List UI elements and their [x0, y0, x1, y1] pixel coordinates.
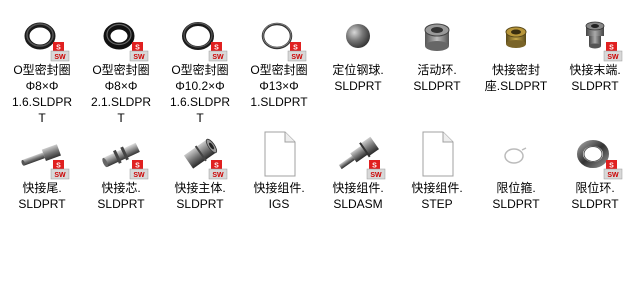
brass-seat-part-icon — [492, 12, 540, 60]
svg-text:S: S — [609, 45, 614, 52]
solidworks-badge-icon: S SW — [208, 42, 228, 62]
file-name-label: 快接组件. STEP — [411, 181, 463, 211]
file-item[interactable]: S SW 快接组件. SLDASM — [320, 122, 396, 234]
svg-text:SW: SW — [212, 54, 224, 61]
sleeve-ring-part-icon — [413, 12, 461, 60]
assembly-fitting-icon: S SW — [334, 130, 386, 180]
svg-text:SW: SW — [133, 172, 145, 179]
solidworks-badge-icon: S SW — [50, 42, 70, 62]
retaining-ring-part-icon: S SW — [571, 130, 623, 180]
svg-text:S: S — [609, 163, 614, 170]
svg-text:SW: SW — [370, 172, 382, 179]
file-name-label: O型密封圈 Φ8×Φ 2.1.SLDPR T — [90, 63, 152, 125]
o-ring-part-icon: S SW — [18, 12, 70, 62]
blank-document-icon — [413, 130, 461, 178]
svg-text:SW: SW — [54, 172, 66, 179]
file-item[interactable]: 定位钢球. SLDPRT — [320, 4, 396, 116]
svg-text:SW: SW — [212, 172, 224, 179]
svg-text:SW: SW — [607, 54, 619, 61]
steel-ball-part-icon — [334, 12, 382, 60]
o-ring-large-part-icon: S SW — [176, 12, 228, 62]
solidworks-badge-icon: S SW — [603, 160, 623, 180]
file-name-label: O型密封圈 Φ10.2×Φ 1.6.SLDPR T — [169, 63, 231, 125]
svg-text:SW: SW — [54, 54, 66, 61]
file-name-label: 定位钢球. SLDPRT — [332, 63, 384, 93]
o-ring-thin-part-icon: S SW — [255, 12, 307, 62]
svg-text:S: S — [56, 45, 61, 52]
file-name-label: 快接主体. SLDPRT — [174, 181, 226, 211]
file-name-label: 快接组件. SLDASM — [332, 181, 384, 211]
solidworks-badge-icon: S SW — [129, 160, 149, 180]
file-name-label: 活动环. SLDPRT — [413, 63, 461, 93]
file-item[interactable]: 活动环. SLDPRT — [399, 4, 475, 116]
file-item[interactable]: S SW O型密封圈 Φ8×Φ 1.6.SLDPR T — [4, 4, 80, 125]
file-item[interactable]: S SW O型密封圈 Φ8×Φ 2.1.SLDPR T — [83, 4, 159, 125]
svg-text:S: S — [293, 45, 298, 52]
file-grid: S SW O型密封圈 Φ8×Φ 1.6.SLDPR T S SW O型密封圈 Φ8×Φ 2.1… — [0, 0, 638, 305]
svg-text:S: S — [372, 163, 377, 170]
end-fitting-part-icon: S SW — [571, 12, 623, 62]
solidworks-badge-icon: S SW — [208, 160, 228, 180]
svg-text:SW: SW — [607, 172, 619, 179]
file-name-label: 限位环. SLDPRT — [571, 181, 619, 211]
o-ring-thick-part-icon: S SW — [97, 12, 149, 62]
file-name-label: O型密封圈 Φ13×Φ 1.SLDPRT — [250, 63, 308, 109]
retaining-clip-part-icon — [492, 130, 540, 178]
file-item[interactable]: S SW O型密封圈 Φ10.2×Φ 1.6.SLDPR T — [162, 4, 238, 125]
solidworks-badge-icon: S SW — [366, 160, 386, 180]
file-item[interactable]: S SW O型密封圈 Φ13×Φ 1.SLDPRT — [241, 4, 317, 116]
body-fitting-part-icon: S SW — [176, 130, 228, 180]
svg-text:S: S — [214, 163, 219, 170]
blank-document-icon — [255, 130, 303, 178]
file-item[interactable]: 快接组件. STEP — [399, 122, 475, 234]
file-name-label: 快接芯. SLDPRT — [97, 181, 145, 211]
file-name-label: 快接组件. IGS — [253, 181, 305, 211]
file-name-label: 限位箍. SLDPRT — [492, 181, 540, 211]
svg-text:S: S — [56, 163, 61, 170]
file-item[interactable]: S SW 快接尾. SLDPRT — [4, 122, 80, 234]
file-item[interactable]: 快接密封 座.SLDPRT — [478, 4, 554, 116]
tail-fitting-part-icon: S SW — [18, 130, 70, 180]
file-item[interactable]: S SW 快接芯. SLDPRT — [83, 122, 159, 234]
core-fitting-part-icon: S SW — [97, 130, 149, 180]
file-name-label: 快接尾. SLDPRT — [18, 181, 66, 211]
file-name-label: 快接密封 座.SLDPRT — [484, 63, 548, 93]
solidworks-badge-icon: S SW — [287, 42, 307, 62]
solidworks-badge-icon: S SW — [129, 42, 149, 62]
svg-text:S: S — [135, 163, 140, 170]
file-item[interactable]: 限位箍. SLDPRT — [478, 122, 554, 234]
file-item[interactable]: S SW 限位环. SLDPRT — [557, 122, 633, 234]
file-name-label: 快接末端. SLDPRT — [569, 63, 621, 93]
svg-text:S: S — [135, 45, 140, 52]
solidworks-badge-icon: S SW — [50, 160, 70, 180]
svg-text:SW: SW — [291, 54, 303, 61]
file-item[interactable]: S SW 快接末端. SLDPRT — [557, 4, 633, 116]
svg-text:SW: SW — [133, 54, 145, 61]
file-name-label: O型密封圈 Φ8×Φ 1.6.SLDPR T — [11, 63, 73, 125]
file-item[interactable]: 快接组件. IGS — [241, 122, 317, 234]
file-item[interactable]: S SW 快接主体. SLDPRT — [162, 122, 238, 234]
solidworks-badge-icon: S SW — [603, 42, 623, 62]
svg-text:S: S — [214, 45, 219, 52]
